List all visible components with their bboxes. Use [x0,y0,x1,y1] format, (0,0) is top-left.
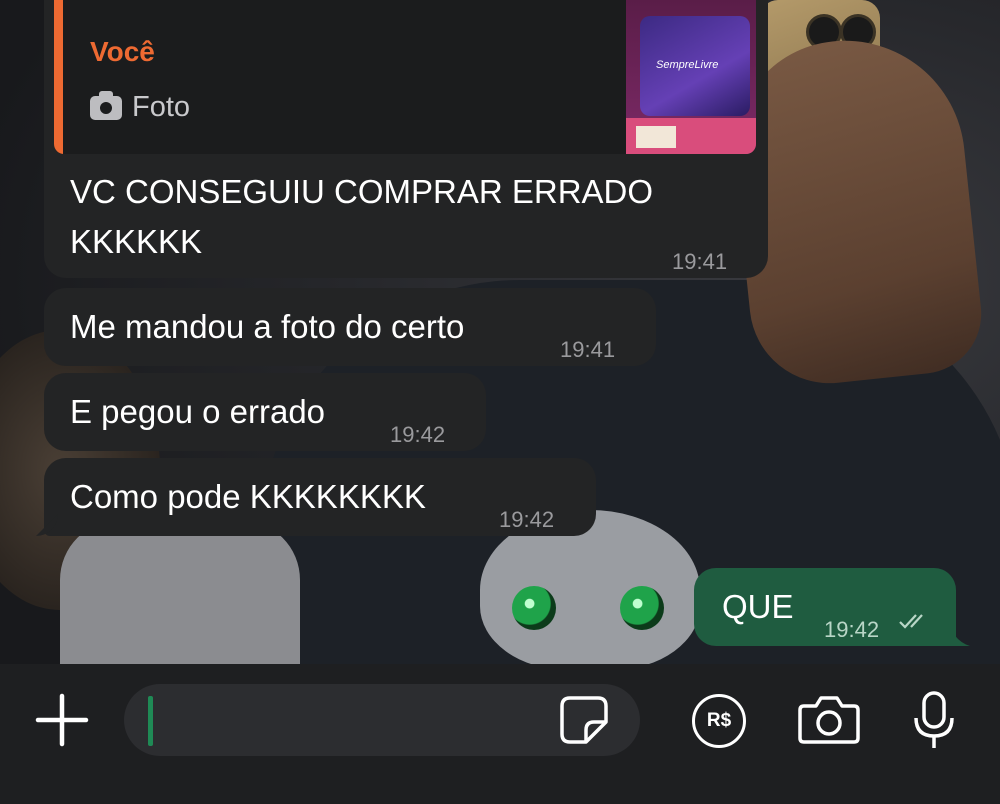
dragon-eye [620,586,664,630]
message-time: 19:41 [672,249,728,274]
text-cursor [148,696,153,746]
message-text: E pegou o errado [70,393,326,430]
message-text: QUE [722,588,794,625]
read-receipt-icon [899,614,923,629]
reply-message-bubble[interactable]: Você Foto SempreLivre VC CONSEGUIU COMPR… [44,0,768,278]
thumbnail-brand: SempreLivre [656,59,719,71]
dragon-eye [512,586,556,630]
message-time: 19:42 [390,422,446,447]
message-time: 19:41 [560,337,616,362]
message-time: 19:42 [824,617,880,642]
payment-icon[interactable]: R$ [692,694,746,748]
message-text: Me mandou a foto do certo [70,308,465,345]
quote-accent-bar [54,0,63,154]
message-text: VC CONSEGUIU COMPRAR ERRADO [70,173,654,210]
outgoing-message-bubble[interactable]: QUE 19:42 [694,568,970,646]
payment-label: R$ [706,710,732,731]
message-text-line2: KKKKKK [70,223,203,260]
quoted-type: Foto [90,84,190,131]
message-bubble[interactable]: E pegou o errado 19:42 [44,373,486,451]
message-text: Como pode KKKKKKKK [70,478,426,515]
home-indicator-area [0,774,1000,804]
message-time: 19:42 [499,507,555,532]
message-input[interactable] [124,684,640,756]
camera-icon [90,90,122,120]
quoted-message[interactable]: Você Foto SempreLivre [54,0,756,154]
bubble-tail [948,624,970,646]
plus-icon[interactable] [34,692,90,748]
sticker-icon[interactable] [558,694,610,746]
message-bubble[interactable]: Me mandou a foto do certo 19:41 [44,288,656,366]
quoted-sender: Você [90,36,155,67]
message-bubble[interactable]: Como pode KKKKKKKK 19:42 [36,458,596,536]
composer-bar: R$ [0,664,1000,774]
microphone-icon[interactable] [912,690,956,752]
quoted-type-label: Foto [132,91,191,123]
quoted-photo-thumbnail[interactable]: SempreLivre [626,0,756,154]
camera-icon[interactable] [798,694,860,746]
